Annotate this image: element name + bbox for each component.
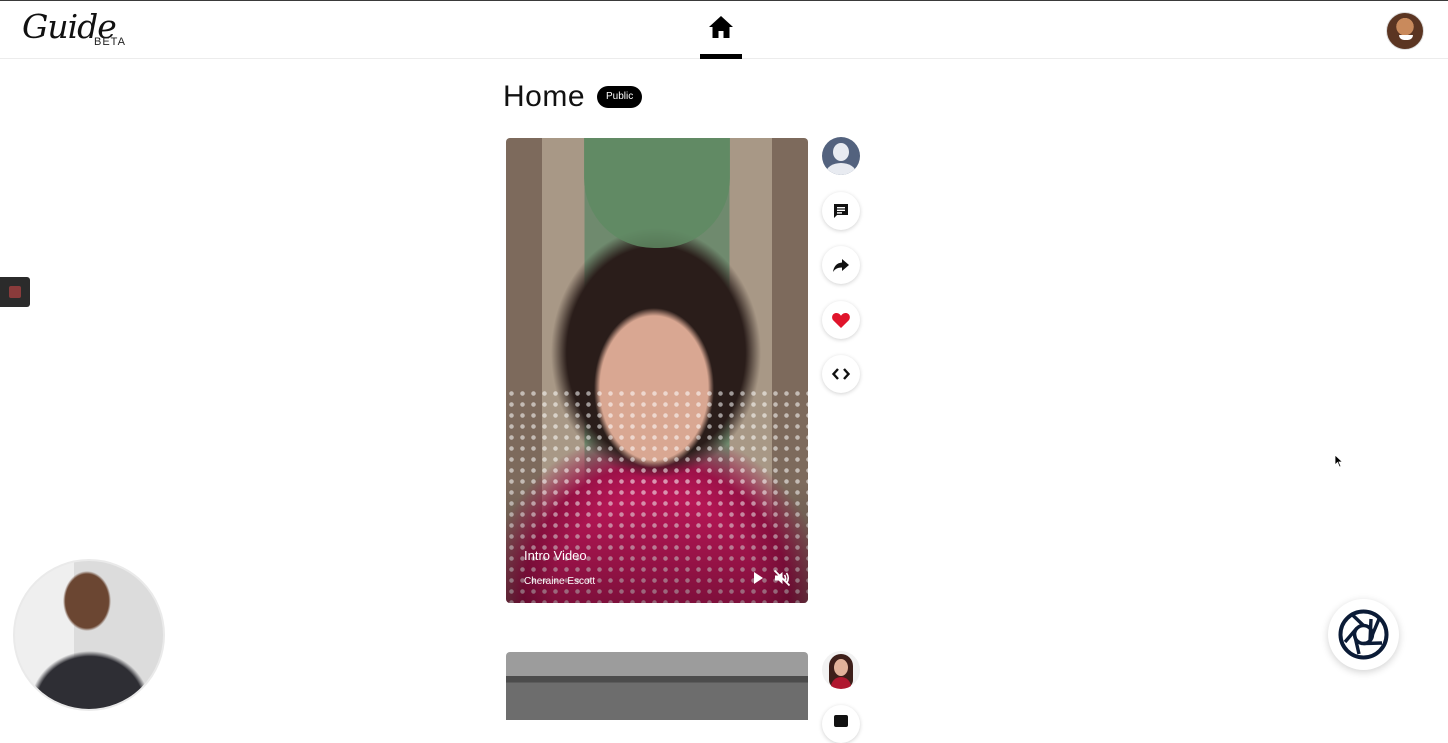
top-bar: Guide BETA [0,1,1448,59]
video-card[interactable]: Intro Video Cheraine Escott [506,138,808,603]
webcam-preview[interactable] [13,559,165,711]
beta-label: BETA [94,36,126,48]
visibility-badge[interactable]: Public [597,86,643,108]
share-button[interactable] [822,246,860,284]
embed-button[interactable] [822,355,860,393]
side-recording-tab[interactable] [0,277,30,307]
like-button[interactable] [822,301,860,339]
camera-aperture-icon [1338,609,1389,660]
record-button[interactable] [1328,599,1399,670]
user-avatar[interactable] [1386,12,1424,50]
muted-speaker-icon[interactable] [773,569,791,587]
comment-icon [834,715,848,727]
share-icon [833,259,849,272]
comment-button[interactable] [822,192,860,230]
page-title: Home [503,80,586,113]
video-author[interactable]: Cheraine Escott [524,576,595,587]
video-card[interactable] [506,652,808,720]
video-background [584,138,730,248]
stop-icon [9,286,21,298]
heart-icon [832,313,850,328]
home-icon [709,16,733,38]
active-tab-indicator [700,54,742,59]
mouse-cursor-icon [1334,454,1344,468]
nav-home[interactable] [700,11,742,59]
play-icon[interactable] [750,570,766,586]
author-avatar[interactable] [822,137,860,175]
author-avatar[interactable] [822,651,860,689]
comment-icon [834,204,848,218]
video-title: Intro Video [524,548,587,563]
embed-code-icon [831,368,851,380]
comment-button[interactable] [822,705,860,743]
